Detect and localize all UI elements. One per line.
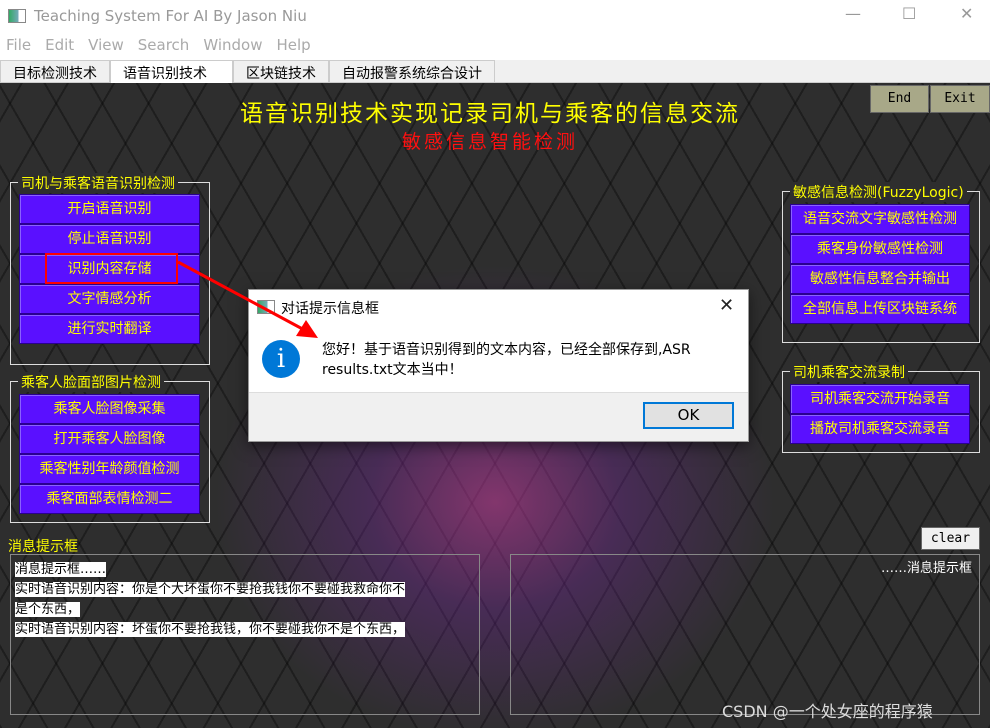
arrow-head-icon bbox=[296, 320, 318, 338]
annotation-arrow bbox=[177, 260, 318, 338]
arrow-line bbox=[177, 260, 311, 335]
